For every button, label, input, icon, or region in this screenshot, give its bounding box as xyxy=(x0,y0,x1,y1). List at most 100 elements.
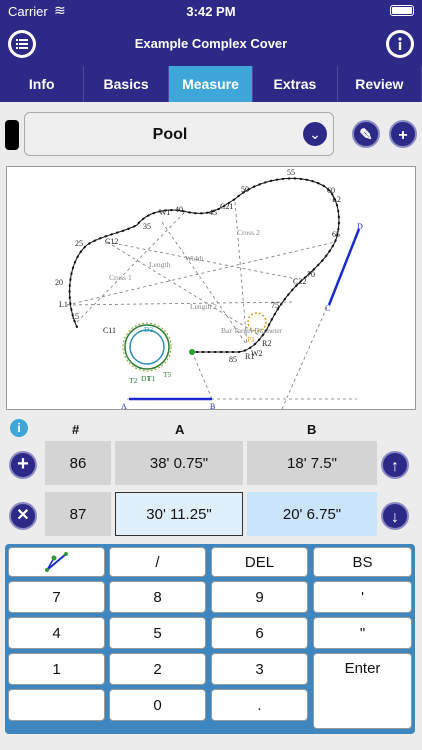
row-86-a[interactable]: 38' 0.75" xyxy=(115,441,243,485)
edit-button[interactable]: ✎ xyxy=(352,120,380,148)
key-9[interactable]: 9 xyxy=(211,581,308,613)
move-down-button[interactable]: ↓ xyxy=(381,502,409,530)
tab-extras[interactable]: Extras xyxy=(253,66,338,102)
key-0[interactable]: 0 xyxy=(109,689,206,721)
label-75: 75 xyxy=(271,301,279,310)
label-15: 15 xyxy=(71,312,79,321)
row-87-num[interactable]: 87 xyxy=(45,492,111,536)
line-tool-key[interactable] xyxy=(8,547,105,577)
add-object-button[interactable]: + xyxy=(389,120,417,148)
label-length: Length xyxy=(149,260,170,269)
label-t1: T1 xyxy=(147,374,156,383)
page-title: Example Complex Cover xyxy=(134,36,288,51)
label-50: 50 xyxy=(241,185,249,194)
key-4[interactable]: 4 xyxy=(8,617,105,649)
inches-key[interactable]: " xyxy=(313,617,412,649)
label-70: 70 xyxy=(307,270,315,279)
arrow-down-icon: ↓ xyxy=(391,509,399,526)
arrow-up-icon: ↑ xyxy=(391,458,399,475)
drawing-canvas[interactable]: 55 60 L2 50 C21 45 W1 40 35 C12 25 20 L1… xyxy=(6,166,416,411)
info-button[interactable] xyxy=(386,30,414,58)
status-time: 3:42 PM xyxy=(186,4,236,19)
tab-basics[interactable]: Basics xyxy=(84,66,169,102)
label-40: 40 xyxy=(175,205,183,214)
line-segment-icon xyxy=(44,552,68,572)
plus-icon: + xyxy=(17,453,29,475)
move-up-button[interactable]: ↑ xyxy=(381,451,409,479)
key-5[interactable]: 5 xyxy=(109,617,206,649)
label-c11: C11 xyxy=(103,326,116,335)
slash-key[interactable]: / xyxy=(109,547,206,577)
tab-bar: Info Basics Measure Extras Review xyxy=(0,66,422,102)
label-c12: C12 xyxy=(105,237,118,246)
del-key[interactable]: DEL xyxy=(211,547,308,577)
tab-info[interactable]: Info xyxy=(0,66,85,102)
label-l2: L2 xyxy=(332,195,341,204)
label-60: 60 xyxy=(327,186,335,195)
object-select-value: Pool xyxy=(152,126,188,143)
label-85: 85 xyxy=(229,355,237,364)
label-b: B xyxy=(210,402,215,409)
label-55: 55 xyxy=(287,168,295,177)
tab-review[interactable]: Review xyxy=(337,66,422,102)
label-r2: R2 xyxy=(262,339,271,348)
column-header-a: A xyxy=(175,422,185,437)
label-d: D xyxy=(357,222,363,231)
object-select[interactable]: Pool ⌄ xyxy=(24,112,334,156)
key-1[interactable]: 1 xyxy=(8,653,105,685)
label-l1: L1 xyxy=(59,300,68,309)
label-cross1: Cross 1 xyxy=(109,273,132,282)
keypad: / DEL BS 7 8 9 ' 4 5 6 " 1 2 3 Enter 0 . xyxy=(5,544,415,734)
column-header-b: B xyxy=(307,422,317,437)
label-length2: Length 2 xyxy=(190,302,217,311)
object-row: Pool ⌄ ✎ + xyxy=(0,110,422,160)
info-icon xyxy=(387,31,413,57)
label-d2: D2 xyxy=(144,325,153,334)
feet-key[interactable]: ' xyxy=(313,581,412,613)
label-width: Width xyxy=(185,254,204,263)
pool-diagram: 55 60 L2 50 C21 45 W1 40 35 C12 25 20 L1… xyxy=(55,168,363,411)
row-87-b[interactable]: 20' 6.75" xyxy=(247,492,377,536)
delete-row-button[interactable]: ✕ xyxy=(9,502,37,530)
decimal-key[interactable]: . xyxy=(211,689,308,721)
blank-key[interactable] xyxy=(8,689,105,721)
tab-measure[interactable]: Measure xyxy=(168,66,254,102)
key-3[interactable]: 3 xyxy=(211,653,308,685)
label-20: 20 xyxy=(55,278,63,287)
key-2[interactable]: 2 xyxy=(109,653,206,685)
close-icon: ✕ xyxy=(16,507,30,524)
label-a: A xyxy=(121,402,127,409)
nav-bar: Example Complex Cover xyxy=(0,22,422,66)
bs-key[interactable]: BS xyxy=(313,547,412,577)
info-icon[interactable]: i xyxy=(10,419,28,437)
label-25: 25 xyxy=(75,239,83,248)
label-p1: P1 xyxy=(247,335,255,344)
enter-key[interactable]: Enter xyxy=(313,653,412,729)
row-86-b[interactable]: 18' 7.5" xyxy=(247,441,377,485)
key-6[interactable]: 6 xyxy=(211,617,308,649)
battery-icon xyxy=(390,5,414,16)
label-35: 35 xyxy=(143,222,151,231)
row-86-num[interactable]: 86 xyxy=(45,441,111,485)
label-c: C xyxy=(325,304,330,313)
chevron-down-icon: ⌄ xyxy=(303,122,327,146)
label-65: 65 xyxy=(332,230,340,239)
label-w1: W1 xyxy=(159,208,171,217)
label-45: 45 xyxy=(209,208,217,217)
pencil-icon: ✎ xyxy=(359,127,373,144)
color-swatch[interactable] xyxy=(5,120,19,150)
status-bar: Carrier ≋ 3:42 PM xyxy=(0,0,422,22)
label-w2: W2 xyxy=(251,349,263,358)
plus-icon: + xyxy=(398,127,408,144)
label-c21: C21 xyxy=(220,202,233,211)
key-7[interactable]: 7 xyxy=(8,581,105,613)
label-t5: T5 xyxy=(163,370,172,379)
label-t2: T2 xyxy=(129,376,138,385)
label-bar-target: Bar Target Diameter xyxy=(221,326,283,335)
row-87-a[interactable]: 30' 11.25" xyxy=(115,492,243,536)
label-cross2: Cross 2 xyxy=(237,228,260,237)
column-header-num: # xyxy=(72,422,80,437)
key-8[interactable]: 8 xyxy=(109,581,206,613)
label-c22: C22 xyxy=(293,277,306,286)
add-row-button[interactable]: + xyxy=(9,451,37,479)
